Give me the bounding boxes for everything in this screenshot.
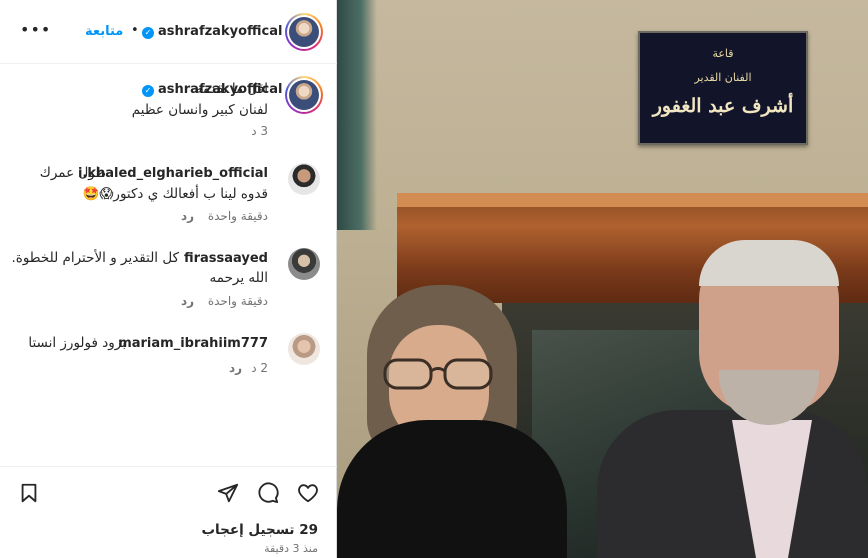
commenter-avatar[interactable] bbox=[288, 248, 320, 280]
man-body bbox=[597, 410, 868, 558]
comment-username[interactable]: mariam_ibrahiim777 bbox=[118, 336, 268, 351]
sign-line1: قاعة bbox=[712, 47, 734, 60]
comment-username[interactable]: firassaayed bbox=[184, 251, 268, 266]
caption-text-line2: لفنان كبير وانسان عظيم bbox=[131, 102, 268, 118]
caption-text-line1: اقل ما نقدمه bbox=[195, 81, 269, 97]
comment-time: 2 د bbox=[251, 361, 268, 375]
sign-line3: أشرف عبد الغفور bbox=[652, 95, 794, 117]
sign-line2: الفنان القدير bbox=[694, 71, 752, 84]
separator-dot: • bbox=[131, 23, 139, 38]
comment-text-line1: بزود فولورز انستا bbox=[28, 335, 126, 351]
follow-button[interactable]: متابعة bbox=[85, 24, 123, 39]
comment-time: دقيقة واحدة bbox=[207, 294, 268, 308]
reply-button[interactable]: رد bbox=[181, 209, 194, 223]
reply-button[interactable]: رد bbox=[229, 361, 242, 375]
comment-text-line2: قدوه لينا ب أفعالك ي دكتور😱🤩 bbox=[82, 186, 268, 202]
post-header: ••• متابعة • ✓ ashrafzakyoffical bbox=[0, 0, 337, 64]
like-icon[interactable] bbox=[297, 482, 319, 504]
verified-icon: ✓ bbox=[142, 27, 154, 39]
reply-button[interactable]: رد bbox=[181, 294, 194, 308]
caption-avatar[interactable] bbox=[285, 76, 323, 114]
share-icon[interactable] bbox=[217, 482, 239, 504]
save-icon[interactable] bbox=[18, 482, 40, 504]
post-sidebar: ••• متابعة • ✓ ashrafzakyoffical ashrafz… bbox=[0, 0, 337, 558]
hall-sign: قاعة الفنان القدير أشرف عبد الغفور bbox=[638, 31, 808, 145]
author-avatar[interactable] bbox=[285, 13, 323, 51]
post-timestamp: منذ 3 دقيقة bbox=[264, 542, 318, 555]
post-author-username[interactable]: ashrafzakyoffical bbox=[158, 24, 282, 39]
commenter-avatar[interactable] bbox=[288, 163, 320, 195]
woman-body bbox=[337, 420, 567, 558]
comment-text-line1: طول عمرك bbox=[39, 165, 106, 181]
comment-icon[interactable] bbox=[257, 482, 279, 504]
verified-icon: ✓ bbox=[142, 85, 154, 97]
comment-time: دقيقة واحدة bbox=[207, 209, 268, 223]
comment-username[interactable]: i.khaled_elgharieb_official bbox=[78, 166, 268, 181]
caption-time: 3 د bbox=[251, 124, 268, 138]
comment-text-line1: كل التقدير و الأحترام للخطوة. bbox=[11, 250, 179, 266]
likes-count[interactable]: 29 تسجيل إعجاب bbox=[201, 522, 318, 538]
more-icon[interactable]: ••• bbox=[20, 20, 51, 39]
door-frame-top bbox=[397, 193, 868, 207]
man-hair bbox=[699, 240, 839, 286]
photo-plant bbox=[337, 0, 377, 230]
glasses bbox=[383, 358, 493, 390]
post-photo[interactable]: قاعة الفنان القدير أشرف عبد الغفور bbox=[337, 0, 868, 558]
comment-text-line2: الله يرحمه bbox=[209, 270, 268, 286]
commenter-avatar[interactable] bbox=[288, 333, 320, 365]
